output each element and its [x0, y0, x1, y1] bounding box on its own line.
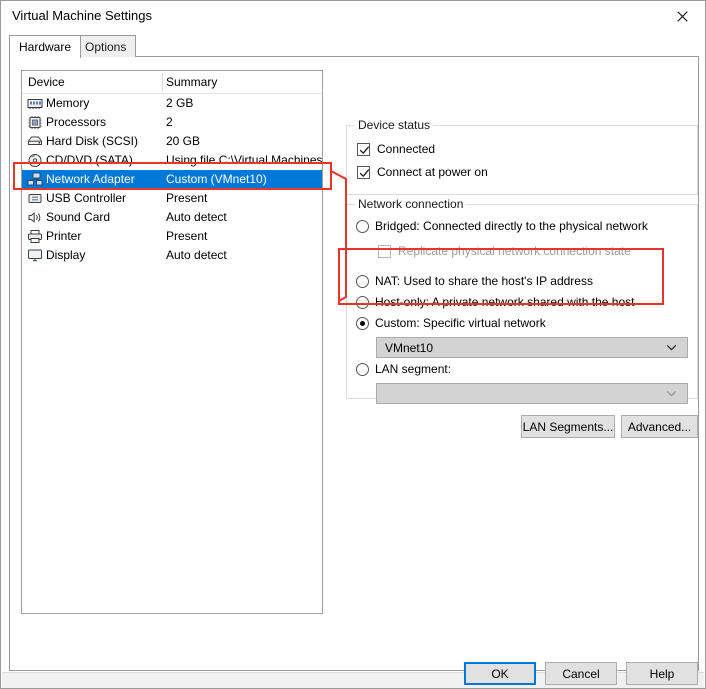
connected-checkbox[interactable]: Connected [357, 142, 435, 156]
checkbox-checked-icon [357, 165, 370, 179]
display-icon [27, 248, 43, 263]
replicate-physical-state-checkbox: Replicate physical network connection st… [378, 244, 631, 258]
radio-custom-label: Custom: Specific virtual network [375, 316, 546, 330]
radio-checked-icon [356, 316, 369, 330]
radio-lan-segment-label: LAN segment: [375, 362, 452, 376]
device-name: USB Controller [46, 191, 127, 205]
radio-host-only[interactable]: Host-only: A private network shared with… [356, 295, 634, 309]
device-status-group: Device status Connected Connect at power… [346, 118, 698, 195]
table-row-network-adapter[interactable]: Network Adapter Custom (VMnet10) [22, 170, 322, 189]
custom-network-value: VMnet10 [385, 340, 434, 355]
network-icon [27, 172, 43, 187]
device-name: Processors [46, 115, 107, 129]
device-name: Display [46, 248, 86, 262]
table-row[interactable]: Printer Present [22, 227, 322, 246]
device-list[interactable]: Device Summary Memory 2 GB Processors 2 … [21, 70, 323, 614]
device-summary: 2 GB [166, 96, 194, 110]
device-summary: 20 GB [166, 134, 201, 148]
device-summary: Present [166, 229, 208, 243]
device-name: Sound Card [46, 210, 111, 224]
radio-unchecked-icon [356, 362, 369, 376]
advanced-button-label: Advanced... [627, 419, 692, 434]
table-row[interactable]: Memory 2 GB [22, 94, 322, 113]
table-row[interactable]: Processors 2 [22, 113, 322, 132]
chevron-down-icon [665, 341, 678, 354]
device-summary: Custom (VMnet10) [166, 172, 267, 186]
tab-hardware-label: Hardware [19, 40, 72, 54]
tab-hardware[interactable]: Hardware [9, 35, 82, 58]
connect-at-power-on-label: Connect at power on [377, 165, 488, 179]
memory-icon [27, 96, 43, 111]
network-connection-title: Network connection [355, 197, 467, 211]
printer-icon [27, 229, 43, 244]
cpu-icon [27, 115, 43, 130]
lan-segments-button[interactable]: LAN Segments... [521, 415, 615, 438]
device-summary: Using file C:\Virtual Machines... [166, 153, 323, 167]
radio-custom-specific-virtual-network[interactable]: Custom: Specific virtual network [356, 316, 546, 330]
cancel-button-label: Cancel [562, 666, 600, 681]
device-list-header: Device Summary [22, 71, 322, 94]
table-row[interactable]: Display Auto detect [22, 246, 322, 265]
cancel-button[interactable]: Cancel [545, 662, 617, 685]
tab-options[interactable]: Options [75, 35, 137, 57]
ok-button-label: OK [491, 666, 509, 681]
virtual-machine-settings-dialog: Virtual Machine Settings Hardware Option… [0, 0, 706, 689]
ok-button[interactable]: OK [464, 662, 536, 685]
help-button[interactable]: Help [626, 662, 698, 685]
soundcard-icon [27, 210, 43, 225]
radio-host-only-label: Host-only: A private network shared with… [375, 295, 635, 309]
checkbox-unchecked-icon [378, 244, 391, 258]
cddvd-icon [27, 153, 43, 168]
radio-unchecked-icon [356, 274, 369, 288]
device-name: Hard Disk (SCSI) [46, 134, 139, 148]
device-summary: Auto detect [166, 248, 227, 262]
device-name: Printer [46, 229, 82, 243]
device-summary: Auto detect [166, 210, 227, 224]
replicate-physical-state-label: Replicate physical network connection st… [398, 244, 631, 258]
advanced-button[interactable]: Advanced... [621, 415, 698, 438]
usb-icon [27, 191, 43, 206]
tab-strip: Hardware Options [9, 35, 699, 58]
close-icon[interactable] [659, 1, 705, 31]
checkbox-checked-icon [357, 142, 370, 156]
connected-label: Connected [377, 142, 436, 156]
help-button-label: Help [649, 666, 675, 681]
connect-at-power-on-checkbox[interactable]: Connect at power on [357, 165, 488, 179]
device-name: Network Adapter [46, 172, 135, 186]
radio-unchecked-icon [356, 295, 369, 309]
title-bar: Virtual Machine Settings [1, 1, 705, 32]
table-row[interactable]: CD/DVD (SATA) Using file C:\Virtual Mach… [22, 151, 322, 170]
device-status-title: Device status [355, 118, 434, 132]
table-row[interactable]: Sound Card Auto detect [22, 208, 322, 227]
column-header-device[interactable]: Device [28, 75, 65, 89]
tab-options-label: Options [85, 39, 127, 54]
device-summary: 2 [166, 115, 173, 129]
radio-bridged[interactable]: Bridged: Connected directly to the physi… [356, 219, 648, 233]
window-title: Virtual Machine Settings [12, 8, 152, 23]
network-connection-group: Network connection Bridged: Connected di… [346, 197, 698, 404]
lan-segment-dropdown [376, 383, 688, 404]
custom-network-dropdown[interactable]: VMnet10 [376, 337, 688, 358]
radio-nat-label: NAT: Used to share the host's IP address [375, 274, 593, 288]
device-name: Memory [46, 96, 90, 110]
harddisk-icon [27, 134, 43, 149]
column-header-summary[interactable]: Summary [166, 75, 217, 89]
chevron-down-icon [665, 387, 678, 400]
radio-unchecked-icon [356, 219, 369, 233]
column-divider [162, 73, 163, 91]
hardware-tab-panel: Device Summary Memory 2 GB Processors 2 … [9, 56, 699, 688]
lan-segments-button-label: LAN Segments... [522, 419, 614, 434]
radio-lan-segment[interactable]: LAN segment: [356, 362, 451, 376]
device-name: CD/DVD (SATA) [46, 153, 133, 167]
table-row[interactable]: USB Controller Present [22, 189, 322, 208]
device-summary: Present [166, 191, 208, 205]
radio-nat[interactable]: NAT: Used to share the host's IP address [356, 274, 593, 288]
table-row[interactable]: Hard Disk (SCSI) 20 GB [22, 132, 322, 151]
radio-bridged-label: Bridged: Connected directly to the physi… [375, 219, 648, 233]
